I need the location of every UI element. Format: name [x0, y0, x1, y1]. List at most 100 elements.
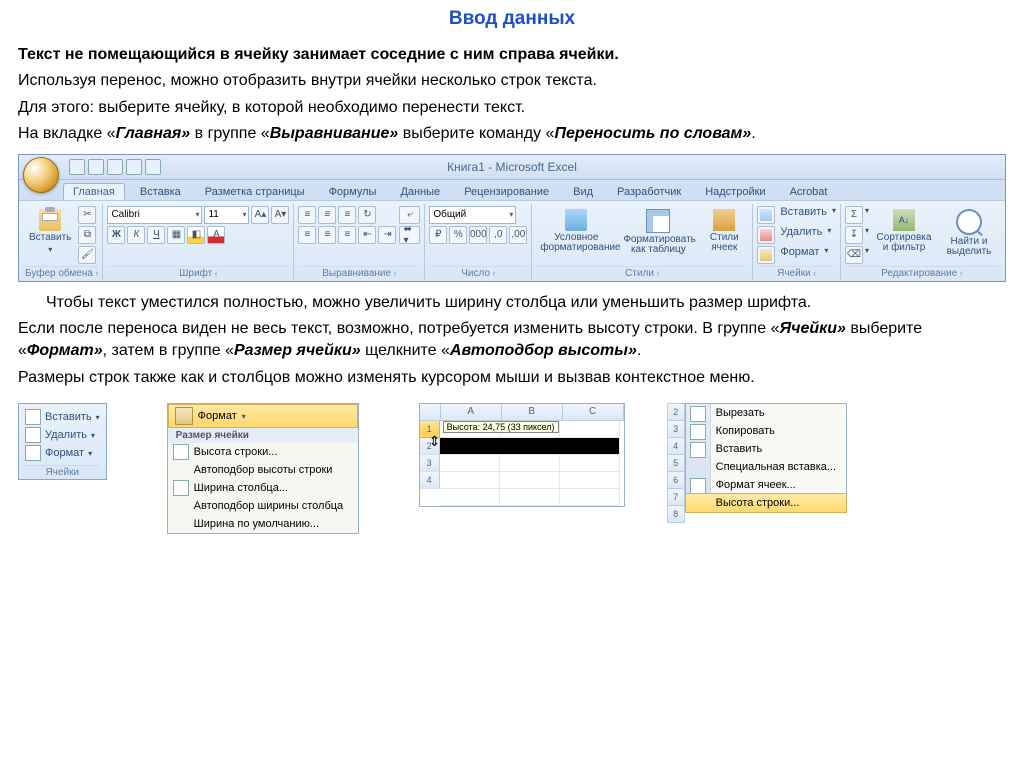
- row-header[interactable]: 6: [667, 471, 685, 489]
- sort-icon: [893, 209, 915, 231]
- row-header[interactable]: 4: [420, 472, 440, 489]
- cell-styles-button[interactable]: Стили ячеек: [700, 206, 748, 257]
- format-button[interactable]: Формат ▾: [25, 444, 100, 462]
- tab-acrobat[interactable]: Acrobat: [781, 184, 837, 200]
- group-alignment: ≡ ≡ ≡ ↻ ≡ ≡ ≡ ⇤ ⇥ ⤶ ⬌ ▾: [294, 204, 425, 280]
- ctx-copy[interactable]: Копировать: [686, 422, 846, 440]
- group-label: Шрифт: [107, 266, 289, 280]
- clear-icon[interactable]: ⌫: [845, 246, 863, 264]
- wrap-text-button[interactable]: ⤶: [399, 206, 420, 224]
- format-menu-header[interactable]: Формат ▾: [168, 404, 358, 428]
- redo-icon[interactable]: [107, 159, 123, 175]
- fill-icon[interactable]: ↧: [845, 226, 863, 244]
- paragraph-6: Если после переноса виден не весь текст,…: [18, 318, 1006, 363]
- tab-home[interactable]: Главная: [63, 183, 125, 200]
- menu-row-height[interactable]: Высота строки...: [168, 443, 358, 461]
- col-header[interactable]: A: [441, 404, 502, 421]
- font-name-combo[interactable]: Calibri: [107, 206, 202, 224]
- align-right-icon[interactable]: ≡: [338, 226, 356, 244]
- tab-page-layout[interactable]: Разметка страницы: [196, 184, 314, 200]
- row-header[interactable]: 4: [667, 437, 685, 455]
- group-label: Буфер обмена: [25, 266, 98, 280]
- insert-button[interactable]: Вставить ▾: [25, 408, 100, 426]
- copy-icon[interactable]: ⧉: [78, 226, 96, 244]
- border-icon[interactable]: ▦: [167, 226, 185, 244]
- insert-button[interactable]: Вставить▾: [757, 206, 836, 224]
- find-select-button[interactable]: Найти и выделить: [939, 206, 999, 261]
- row-header[interactable]: 1: [420, 421, 440, 438]
- tab-formulas[interactable]: Формулы: [320, 184, 386, 200]
- menu-autofit-width[interactable]: Автоподбор ширины столбца: [168, 497, 358, 515]
- tab-review[interactable]: Рецензирование: [455, 184, 558, 200]
- orientation-icon[interactable]: ↻: [358, 206, 376, 224]
- number-format-combo[interactable]: Общий: [429, 206, 516, 224]
- indent-dec-icon[interactable]: ⇤: [358, 226, 376, 244]
- group-label: Стили: [536, 266, 748, 280]
- ctx-paste[interactable]: Вставить: [686, 440, 846, 458]
- autosum-icon[interactable]: Σ: [845, 206, 863, 224]
- tab-view[interactable]: Вид: [564, 184, 602, 200]
- group-font: Calibri 11 A▴ A▾ Ж К Ч ▦ ◧ A Шрифт: [103, 204, 294, 280]
- cut-icon[interactable]: ✂: [78, 206, 96, 224]
- office-button-icon[interactable]: [23, 157, 59, 193]
- paragraph-5: Чтобы текст уместился полностью, можно у…: [18, 292, 1006, 314]
- format-as-table-button[interactable]: Форматировать как таблицу: [619, 206, 697, 259]
- percent-icon[interactable]: %: [449, 226, 467, 244]
- menu-autofit-height[interactable]: Автоподбор высоты строки: [168, 461, 358, 479]
- merge-button[interactable]: ⬌ ▾: [399, 226, 420, 244]
- fill-color-icon[interactable]: ◧: [187, 226, 205, 244]
- tab-data[interactable]: Данные: [391, 184, 449, 200]
- tab-addins[interactable]: Надстройки: [696, 184, 774, 200]
- undo-icon[interactable]: [88, 159, 104, 175]
- ctx-format-cells[interactable]: Формат ячеек...: [686, 476, 846, 494]
- format-painter-icon[interactable]: 🖌: [78, 246, 96, 264]
- tab-developer[interactable]: Разработчик: [608, 184, 690, 200]
- sort-filter-button[interactable]: Сортировка и фильтр: [872, 206, 936, 257]
- paste-button[interactable]: Вставить ▾: [25, 206, 75, 258]
- menu-col-width[interactable]: Ширина столбца...: [168, 479, 358, 497]
- ctx-cut[interactable]: Вырезать: [686, 404, 846, 422]
- quick-access-toolbar[interactable]: [69, 159, 161, 175]
- align-top-icon[interactable]: ≡: [298, 206, 316, 224]
- format-icon: [175, 407, 193, 425]
- delete-button[interactable]: Удалить ▾: [25, 426, 100, 444]
- col-header[interactable]: B: [502, 404, 563, 421]
- delete-button[interactable]: Удалить▾: [757, 226, 836, 244]
- ctx-row-height[interactable]: Высота строки...: [685, 493, 847, 513]
- grow-font-icon[interactable]: A▴: [251, 206, 269, 224]
- qat-icon[interactable]: [126, 159, 142, 175]
- row-header[interactable]: 8: [667, 505, 685, 523]
- menu-default-width[interactable]: Ширина по умолчанию...: [168, 515, 358, 533]
- row-header[interactable]: 7: [667, 488, 685, 506]
- indent-inc-icon[interactable]: ⇥: [378, 226, 396, 244]
- tab-insert[interactable]: Вставка: [131, 184, 190, 200]
- paragraph-2: Используя перенос, можно отобразить внут…: [18, 70, 1006, 92]
- col-header[interactable]: C: [563, 404, 624, 421]
- ctx-paste-special[interactable]: Специальная вставка...: [686, 458, 846, 476]
- font-color-icon[interactable]: A: [207, 226, 225, 244]
- format-button[interactable]: Формат▾: [757, 246, 836, 264]
- group-cells: Вставить▾ Удалить▾ Формат▾ Ячейки: [753, 204, 841, 280]
- save-icon[interactable]: [69, 159, 85, 175]
- row-header[interactable]: 5: [667, 454, 685, 472]
- comma-icon[interactable]: 000: [469, 226, 487, 244]
- qat-icon[interactable]: [145, 159, 161, 175]
- row-header[interactable]: 3: [667, 420, 685, 438]
- row-height-icon: [173, 444, 189, 460]
- inc-dec-icon[interactable]: ,0: [489, 226, 507, 244]
- align-left-icon[interactable]: ≡: [298, 226, 316, 244]
- align-mid-icon[interactable]: ≡: [318, 206, 336, 224]
- bold-icon[interactable]: Ж: [107, 226, 125, 244]
- row-header[interactable]: 3: [420, 455, 440, 472]
- shrink-font-icon[interactable]: A▾: [271, 206, 289, 224]
- row-header[interactable]: 2: [667, 403, 685, 421]
- align-center-icon[interactable]: ≡: [318, 226, 336, 244]
- italic-icon[interactable]: К: [127, 226, 145, 244]
- align-bot-icon[interactable]: ≡: [338, 206, 356, 224]
- font-size-combo[interactable]: 11: [204, 206, 249, 224]
- currency-icon[interactable]: ₽: [429, 226, 447, 244]
- conditional-formatting-button[interactable]: Условное форматирование: [536, 206, 616, 257]
- dec-dec-icon[interactable]: ,00: [509, 226, 527, 244]
- row-header[interactable]: 2: [420, 438, 440, 455]
- underline-icon[interactable]: Ч: [147, 226, 165, 244]
